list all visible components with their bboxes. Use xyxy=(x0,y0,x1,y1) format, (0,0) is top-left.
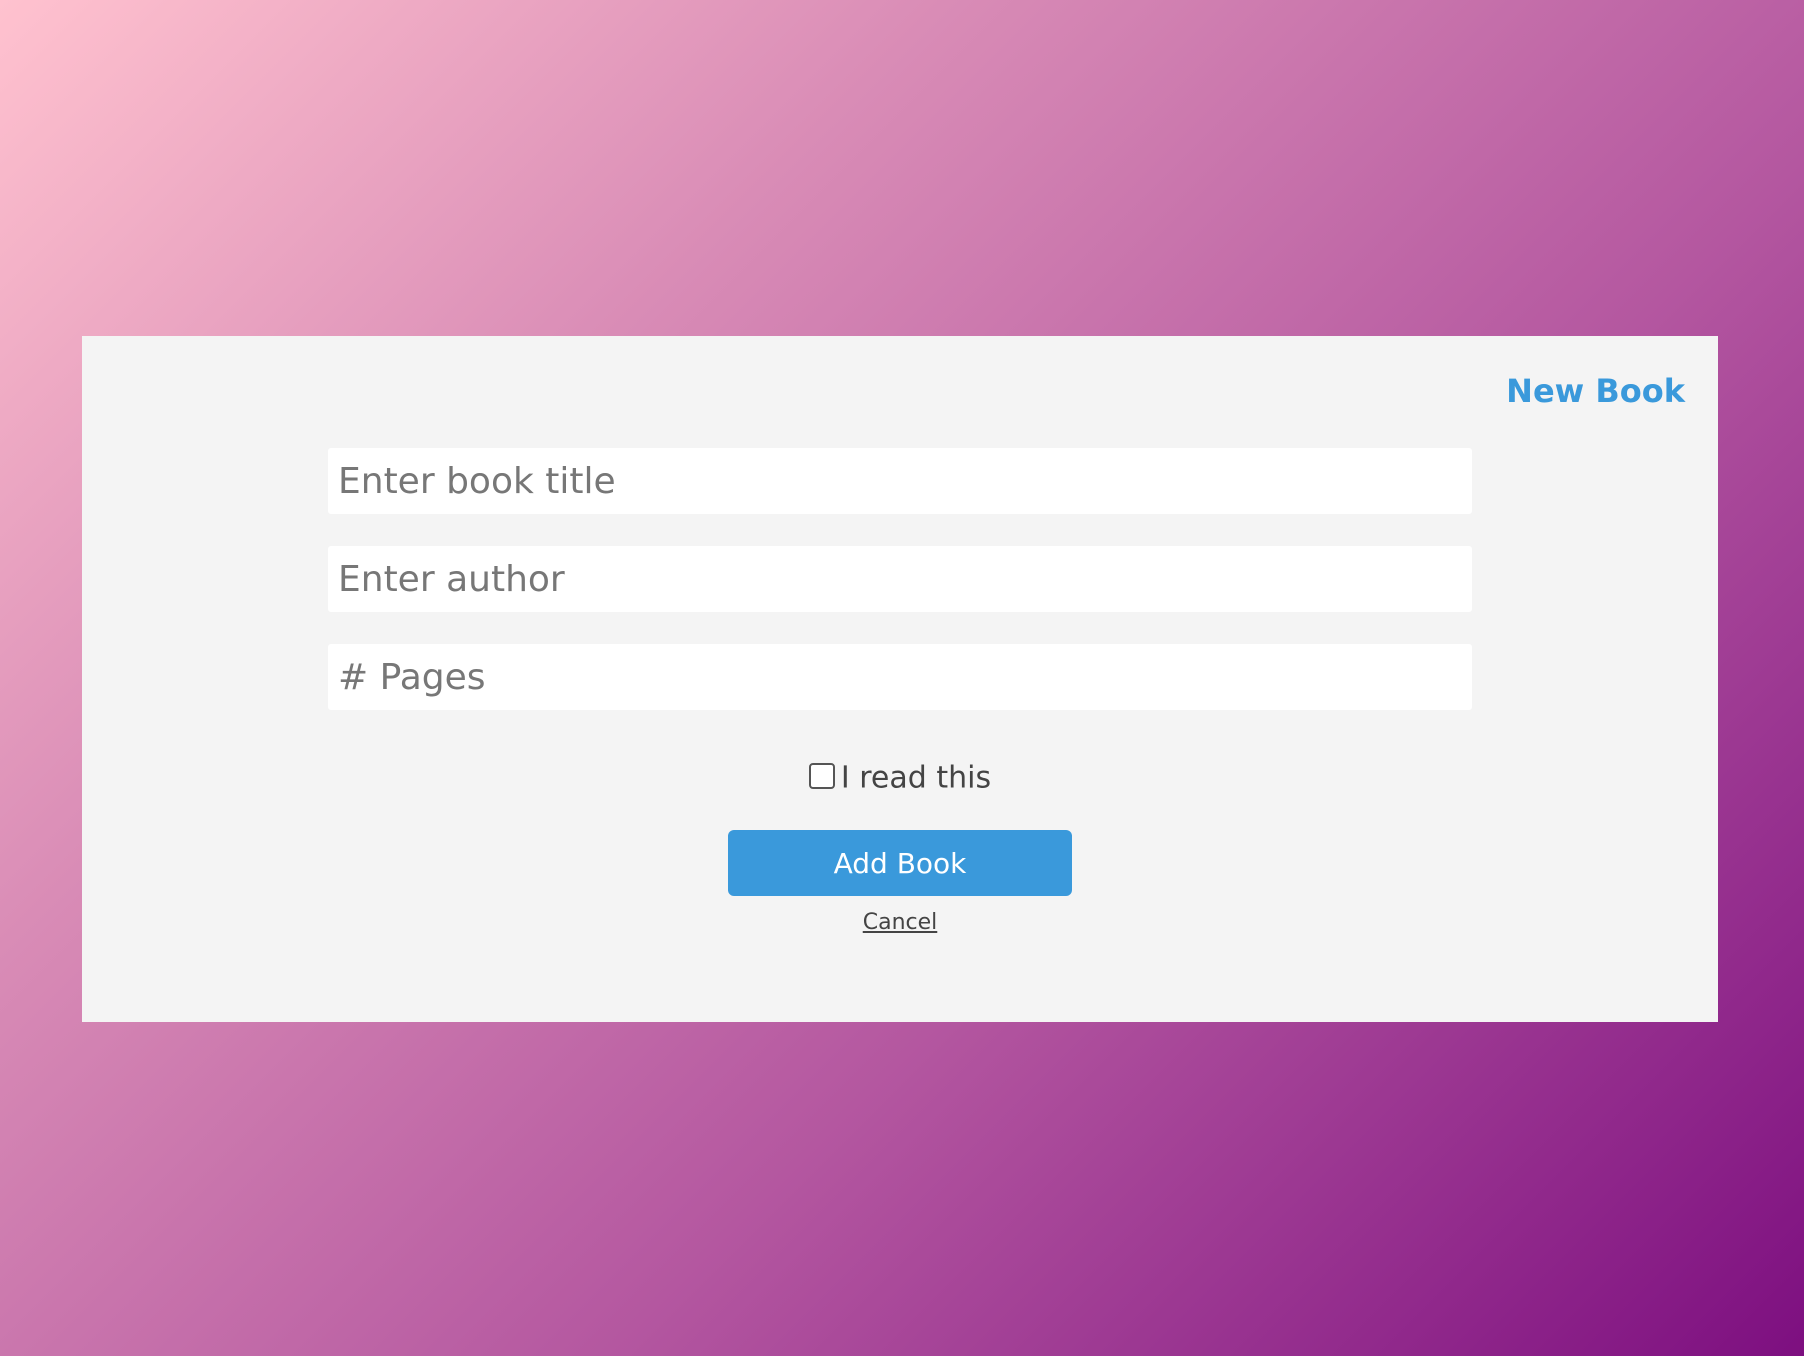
author-input[interactable] xyxy=(328,546,1472,612)
cancel-link-row: Cancel xyxy=(328,910,1472,935)
new-book-link[interactable]: New Book xyxy=(1506,372,1685,410)
cancel-link[interactable]: Cancel xyxy=(863,910,938,935)
add-book-button[interactable]: Add Book xyxy=(728,830,1072,896)
read-checkbox-label[interactable]: I read this xyxy=(841,761,991,796)
new-book-form: I read this Add Book Cancel xyxy=(328,448,1472,935)
book-title-input[interactable] xyxy=(328,448,1472,514)
new-book-panel: New Book I read this Add Book Cancel xyxy=(82,336,1718,1022)
pages-input[interactable] xyxy=(328,644,1472,710)
read-checkbox-row: I read this xyxy=(328,758,1472,799)
read-checkbox[interactable] xyxy=(808,762,835,789)
